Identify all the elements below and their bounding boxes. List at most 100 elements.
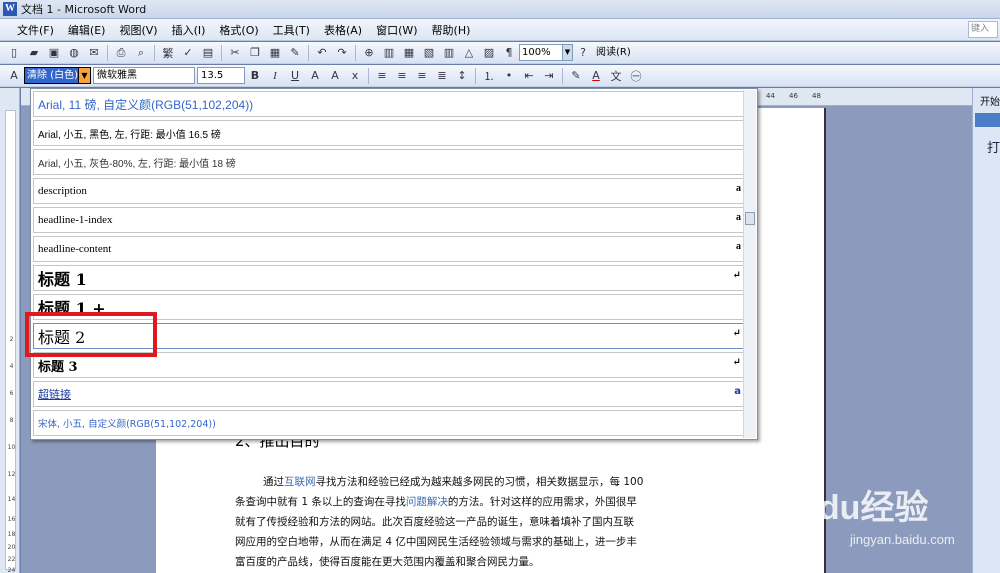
underline-icon[interactable]: U — [287, 68, 303, 84]
align-center-icon[interactable]: ≡ — [394, 68, 410, 84]
enclose-characters-icon[interactable]: ㊀ — [628, 68, 644, 84]
character-border-icon[interactable]: A — [307, 68, 323, 84]
insert-excel-icon[interactable]: ▧ — [421, 45, 437, 61]
chevron-down-icon[interactable]: ▼ — [79, 67, 91, 84]
ruler-number: 48 — [812, 92, 821, 100]
paragraph-style-icon: ↵ — [732, 357, 741, 368]
menu-table[interactable]: 表格(A) — [317, 22, 369, 38]
traditional-simplified-icon[interactable]: 繁 — [160, 45, 176, 61]
separator — [221, 44, 222, 61]
menu-view[interactable]: 视图(V) — [112, 22, 164, 38]
style-item[interactable]: description a — [33, 178, 744, 204]
style-item[interactable]: 宋体, 小五, 自定义颜(RGB(51,102,204)) — [33, 410, 744, 436]
columns-icon[interactable]: ▥ — [441, 45, 457, 61]
vruler-number: 8 — [9, 417, 14, 424]
character-shading-icon[interactable]: A — [327, 68, 343, 84]
zoom-select[interactable]: 100% — [519, 44, 563, 61]
paragraph-line: 就有了传授经验和方法的网站。此次百度经验这一产品的诞生，意味着填补了国内互联 — [235, 516, 634, 528]
style-item[interactable]: headline-1-index a — [33, 207, 744, 233]
font-input[interactable]: 微软雅黑 — [93, 67, 195, 84]
drawing-icon[interactable]: △ — [461, 45, 477, 61]
redo-icon[interactable]: ↷ — [334, 45, 350, 61]
help-icon[interactable]: ? — [575, 45, 591, 61]
watermark-logo-text: Baidu经验 — [766, 489, 929, 527]
font-size-input[interactable]: 13.5 — [197, 67, 245, 84]
ruler-number: 44 — [766, 92, 775, 100]
menu-insert[interactable]: 插入(I) — [165, 22, 213, 38]
insert-table-icon[interactable]: ▦ — [401, 45, 417, 61]
character-scale-icon[interactable]: x — [347, 68, 363, 84]
menu-edit[interactable]: 编辑(E) — [61, 22, 113, 38]
highlight-icon[interactable]: ✎ — [568, 68, 584, 84]
menu-help[interactable]: 帮助(H) — [425, 22, 478, 38]
email-icon[interactable]: ✉ — [86, 45, 102, 61]
menu-tools[interactable]: 工具(T) — [266, 22, 317, 38]
vruler-number: 2 — [9, 336, 14, 343]
format-painter-icon[interactable]: ✎ — [287, 45, 303, 61]
separator — [475, 67, 476, 84]
bold-icon[interactable]: B — [247, 68, 263, 84]
style-item[interactable]: Arial, 小五, 灰色-80%, 左, 行距: 最小值 18 磅 — [33, 149, 744, 175]
dropdown-scrollbar[interactable] — [743, 90, 756, 438]
separator — [562, 67, 563, 84]
vruler-number: 10 — [7, 444, 16, 451]
task-pane-header[interactable] — [975, 113, 1000, 127]
separator — [154, 44, 155, 61]
new-document-icon[interactable]: ▯ — [6, 45, 22, 61]
scroll-thumb[interactable] — [745, 212, 755, 225]
permission-icon[interactable]: ◍ — [66, 45, 82, 61]
numbering-icon[interactable]: ⒈ — [481, 68, 497, 84]
menu-window[interactable]: 窗口(W) — [369, 22, 424, 38]
ask-question-input[interactable]: 键入 — [968, 21, 998, 38]
spelling-icon[interactable]: ✓ — [180, 45, 196, 61]
style-item[interactable]: Arial, 11 磅, 自定义颜(RGB(51,102,204)) — [33, 91, 744, 117]
hyperlink-icon[interactable]: ⊕ — [361, 45, 377, 61]
link-internet[interactable]: 互联网 — [284, 476, 316, 488]
paragraph-style-icon: ↵ — [732, 328, 741, 339]
increase-indent-icon[interactable]: ⇥ — [541, 68, 557, 84]
copy-icon[interactable]: ❐ — [247, 45, 263, 61]
vruler-number: 18 — [7, 531, 16, 538]
chevron-down-icon[interactable]: ▼ — [563, 44, 573, 61]
style-item[interactable]: 标题 1 ↵ — [33, 265, 744, 291]
phonetic-guide-icon[interactable]: 文 — [608, 68, 624, 84]
vruler-number: 20 — [7, 544, 16, 551]
menu-format[interactable]: 格式(O) — [212, 22, 265, 38]
research-icon[interactable]: ▤ — [200, 45, 216, 61]
read-button[interactable]: 阅读(R) — [593, 44, 634, 61]
font-color-icon[interactable]: A — [588, 68, 604, 84]
undo-icon[interactable]: ↶ — [314, 45, 330, 61]
style-item[interactable]: headline-content a — [33, 236, 744, 262]
line-spacing-icon[interactable]: ↕ — [454, 68, 470, 84]
justify-icon[interactable]: ≣ — [434, 68, 450, 84]
print-icon[interactable]: ⎙ — [113, 45, 129, 61]
document-map-icon[interactable]: ▨ — [481, 45, 497, 61]
style-dropdown-list[interactable]: Arial, 11 磅, 自定义颜(RGB(51,102,204)) Arial… — [30, 88, 758, 440]
show-hide-icon[interactable]: ¶ — [501, 45, 517, 61]
link-problem-solving[interactable]: 问题解决 — [406, 496, 448, 508]
vertical-ruler-strip: 2 4 6 8 10 12 14 16 18 20 22 24 — [5, 110, 16, 573]
style-item[interactable]: Arial, 小五, 黑色, 左, 行距: 最小值 16.5 磅 — [33, 120, 744, 146]
vruler-number: 6 — [9, 390, 14, 397]
tables-borders-icon[interactable]: ▥ — [381, 45, 397, 61]
formatting-toolbar: A 清除 (白色) ▼ 微软雅黑 13.5 B I U A A x ≡ ≡ ≡ … — [0, 65, 1000, 87]
character-style-icon: a — [734, 386, 741, 397]
align-right-icon[interactable]: ≡ — [414, 68, 430, 84]
decrease-indent-icon[interactable]: ⇤ — [521, 68, 537, 84]
menu-file[interactable]: 文件(F) — [10, 22, 61, 38]
cut-icon[interactable]: ✂ — [227, 45, 243, 61]
print-preview-icon[interactable]: ⌕ — [133, 45, 149, 61]
save-icon[interactable]: ▣ — [46, 45, 62, 61]
task-pane-label: 打 — [987, 141, 1000, 156]
align-left-icon[interactable]: ≡ — [374, 68, 390, 84]
highlight-box — [25, 312, 157, 357]
style-item[interactable]: 超链接 a — [33, 381, 744, 407]
style-input[interactable]: 清除 (白色) — [24, 67, 79, 84]
ruler-number: 46 — [789, 92, 798, 100]
open-folder-icon[interactable]: ▰ — [26, 45, 42, 61]
paste-icon[interactable]: ▦ — [267, 45, 283, 61]
italic-icon[interactable]: I — [267, 68, 283, 84]
bullets-icon[interactable]: • — [501, 68, 517, 84]
paragraph-line: 通过互联网寻找方法和经验已经成为越来越多网民的习惯，相关数据显示，每 100 — [263, 476, 644, 488]
styles-formatting-icon[interactable]: A — [6, 68, 22, 84]
